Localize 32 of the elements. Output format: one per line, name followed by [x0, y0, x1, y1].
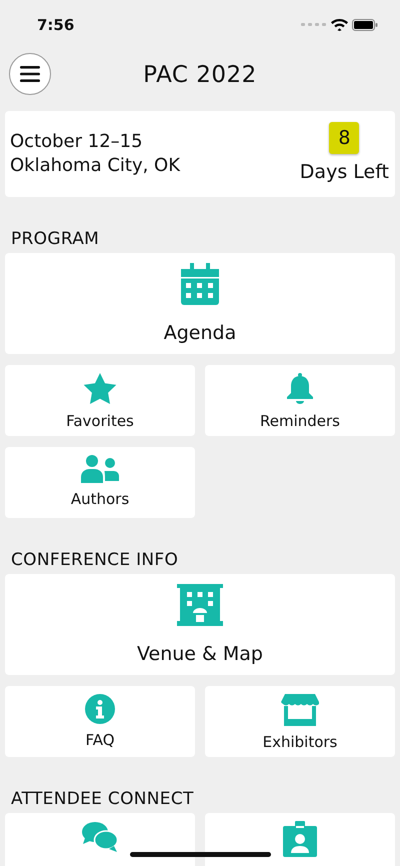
menu-tile[interactable]: Favorites [5, 365, 195, 436]
menu-tile[interactable]: Venue & Map [5, 574, 395, 675]
status-time: 7:56 [37, 14, 74, 36]
menu-tile[interactable]: Agenda [5, 253, 395, 354]
menu-tile[interactable]: Exhibitors [205, 686, 395, 757]
days-left-label: Days Left [300, 160, 389, 185]
menu-button[interactable] [9, 53, 51, 95]
section-heading: ATTENDEE CONNECT [11, 789, 195, 809]
storefront-icon [281, 694, 319, 726]
days-count-badge: 8 [329, 122, 360, 154]
app-title: PAC 2022 [143, 60, 257, 90]
info-icon [85, 694, 115, 724]
calendar-icon [181, 263, 219, 305]
bell-icon [286, 373, 314, 405]
menu-tile[interactable]: Reminders [205, 365, 395, 436]
section-heading: PROGRAM [11, 229, 100, 249]
event-location: Oklahoma City, OK [10, 154, 180, 178]
menu-tile[interactable] [205, 813, 395, 866]
event-dates: October 12–15 [10, 130, 144, 154]
menu-tile[interactable]: Authors [5, 447, 195, 518]
menu-icon [20, 66, 40, 82]
menu-tile[interactable] [5, 813, 195, 866]
badge-icon [283, 821, 317, 857]
building-icon [177, 584, 223, 626]
menu-tile[interactable]: FAQ [5, 686, 195, 757]
chat-icon [82, 821, 118, 853]
star-icon [83, 373, 117, 405]
people-icon [81, 455, 119, 483]
section-heading: CONFERENCE INFO [11, 550, 180, 570]
signal-icon [301, 23, 327, 27]
battery-icon [352, 19, 378, 31]
wifi-icon [331, 19, 348, 31]
